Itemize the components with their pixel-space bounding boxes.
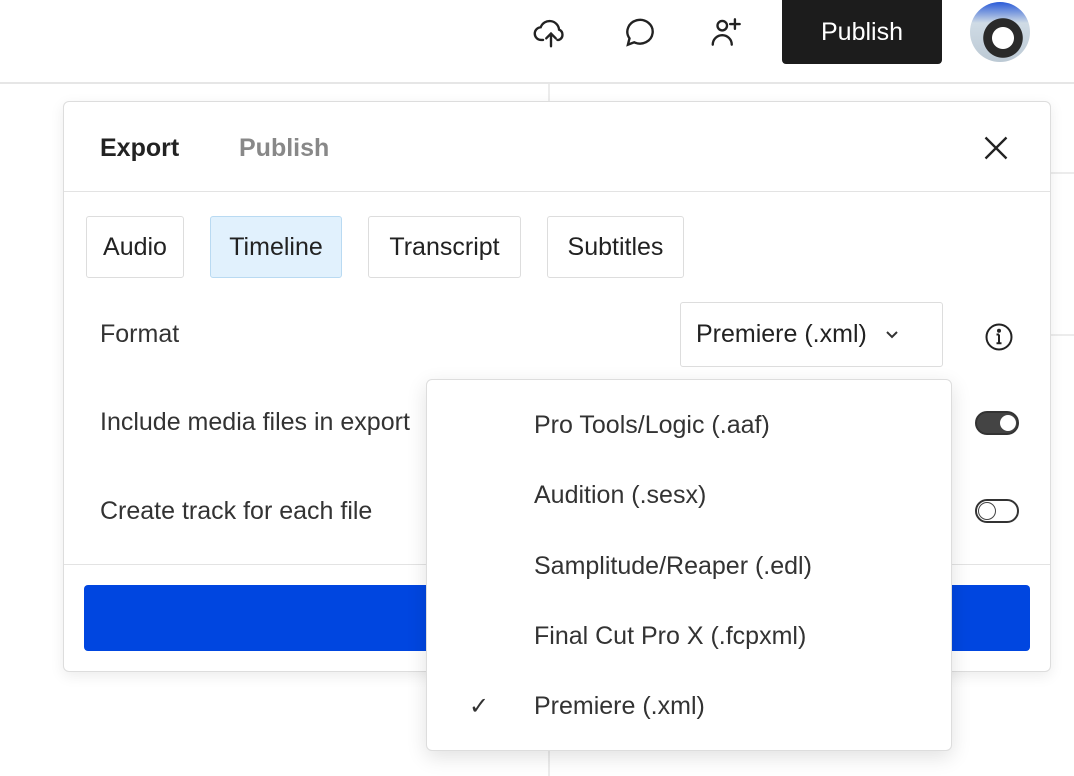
top-bar: Publish (0, 0, 1074, 84)
category-subtitles[interactable]: Subtitles (547, 216, 684, 278)
dialog-tabs: Export Publish (64, 102, 1050, 192)
tab-export[interactable]: Export (100, 134, 179, 163)
info-icon[interactable] (984, 322, 1014, 352)
format-option[interactable]: Audition (.sesx) (427, 460, 951, 530)
include-media-label: Include media files in export (100, 408, 410, 436)
tab-publish[interactable]: Publish (239, 134, 329, 163)
avatar[interactable] (970, 2, 1030, 62)
category-audio[interactable]: Audio (86, 216, 184, 278)
option-label: Pro Tools/Logic (.aaf) (534, 410, 770, 439)
cloud-upload-icon[interactable] (531, 12, 571, 52)
checkmark-icon: ✓ (469, 692, 490, 720)
format-option-selected[interactable]: ✓ Premiere (.xml) (427, 671, 951, 741)
format-option[interactable]: Final Cut Pro X (.fcpxml) (427, 601, 951, 671)
option-label: Audition (.sesx) (534, 480, 707, 509)
include-media-toggle[interactable] (975, 411, 1019, 435)
comment-icon[interactable] (619, 12, 659, 52)
add-user-icon[interactable] (707, 12, 747, 52)
format-value: Premiere (.xml) (696, 320, 867, 348)
track-per-file-label: Create track for each file (100, 497, 373, 525)
format-select[interactable]: Premiere (.xml) (680, 302, 943, 367)
format-option[interactable]: Samplitude/Reaper (.edl) (427, 531, 951, 601)
format-label: Format (100, 320, 180, 348)
close-icon[interactable] (982, 134, 1010, 162)
divider (1050, 172, 1074, 174)
option-label: Samplitude/Reaper (.edl) (534, 551, 812, 580)
format-dropdown-menu: Pro Tools/Logic (.aaf) Audition (.sesx) … (426, 379, 952, 751)
chevron-down-icon (886, 330, 898, 338)
track-per-file-toggle[interactable] (975, 499, 1019, 523)
option-label: Final Cut Pro X (.fcpxml) (534, 621, 807, 650)
divider (1050, 334, 1074, 336)
publish-button[interactable]: Publish (782, 0, 942, 64)
category-transcript[interactable]: Transcript (368, 216, 521, 278)
category-timeline[interactable]: Timeline (210, 216, 342, 278)
format-option[interactable]: Pro Tools/Logic (.aaf) (427, 390, 951, 460)
option-label: Premiere (.xml) (534, 691, 705, 720)
